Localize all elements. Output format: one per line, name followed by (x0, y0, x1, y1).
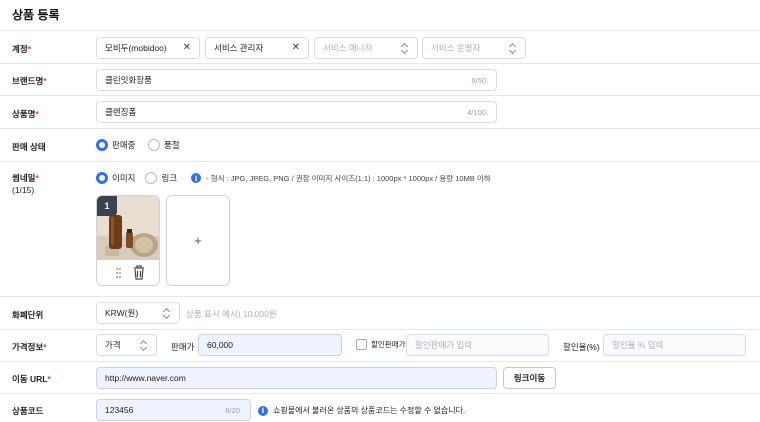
add-image-icon: + (194, 233, 202, 248)
sale-status-label: 판매 상태 (12, 142, 46, 152)
code-notice: i 쇼핑몰에서 불러온 상품의 상품코드는 수정할 수 없습니다. (258, 405, 465, 416)
thumbnail-options: 이미지 링크 i - 형식 : JPG, JPEG, PNG / 권장 이미지 … (96, 172, 491, 184)
discount-rate-label: 할인율(%) (563, 342, 600, 352)
product-name-counter: 4/100 (467, 108, 486, 117)
price-type-select[interactable]: 가격 (96, 334, 157, 356)
brand-label: 브랜드명* (12, 76, 47, 86)
info-icon: i (258, 405, 268, 416)
chevron-updown-icon (401, 41, 409, 55)
radio-sold-out[interactable]: 품절 (147, 139, 180, 151)
open-link-button[interactable]: 링크이동 (503, 367, 556, 389)
code-input[interactable]: 123456 6/20 (96, 399, 251, 421)
sale-status-radios: 판매중 품절 (96, 139, 190, 153)
thumbnail-count: (1/15) (12, 185, 35, 195)
sale-price-input[interactable]: 60,000 (198, 334, 342, 356)
currency-example: 상품 표시 예시) 10,000원 (186, 309, 277, 319)
clear-service-admin-icon[interactable]: ✕ (292, 42, 300, 53)
image-index-badge: 1 (97, 196, 117, 216)
radio-image[interactable]: 이미지 (96, 172, 135, 184)
info-icon: i (191, 173, 202, 183)
code-counter: 6/20 (225, 406, 240, 415)
product-name-row: 상품명* 클렌징폼 4/100 (0, 96, 760, 129)
thumbnail-hint: - 형식 : JPG, JPEG, PNG / 권장 이미지 사이즈(1:1) … (206, 173, 491, 183)
discount-rate-input[interactable]: 할인율 % 입력 (603, 334, 746, 356)
discount-price-input[interactable]: 할인판매가 입력 (406, 334, 549, 356)
sale-status-row: 판매 상태 판매중 품절 (0, 129, 760, 162)
radio-link[interactable]: 링크 (145, 172, 177, 184)
currency-select[interactable]: KRW(원) (96, 302, 180, 324)
chevron-updown-icon (140, 338, 148, 352)
radio-on-sale[interactable]: 판매중 (96, 139, 135, 151)
radio-checked-icon (96, 139, 108, 151)
chevron-updown-icon (163, 306, 171, 320)
discount-checkbox[interactable]: 할인판매가 (356, 339, 406, 350)
radio-checked-icon (96, 172, 108, 184)
product-name-label: 상품명* (12, 109, 39, 119)
price-label: 가격정보* (12, 342, 47, 352)
radio-empty-icon (147, 139, 160, 151)
brand-input[interactable]: 클린잇화장품 6/50 (96, 69, 497, 91)
account-row: 계정* 모비두(mobidoo) ✕ 서비스 관리자 ✕ 서비스 매니저 서비스… (0, 31, 760, 64)
brand-counter: 6/50 (471, 76, 486, 85)
price-row: 가격정보* 가격 판매가 60,000 할인판매가 할인판매가 입력 할인율(%… (0, 330, 760, 362)
code-label: 상품코드 (12, 406, 44, 416)
page-title: 상품 등록 (12, 8, 60, 22)
product-form: 계정* 모비두(mobidoo) ✕ 서비스 관리자 ✕ 서비스 매니저 서비스… (0, 30, 760, 422)
add-image-card[interactable]: + (166, 195, 230, 286)
drag-handle-icon[interactable] (116, 268, 121, 278)
url-row: 이동 URL* http://www.naver.com 링크이동 (0, 362, 760, 394)
trash-icon[interactable] (134, 265, 144, 280)
image-actions (116, 265, 144, 280)
sale-price-label: 판매가 (171, 342, 195, 352)
url-input[interactable]: http://www.naver.com (96, 367, 497, 389)
radio-empty-icon (145, 172, 158, 184)
code-row: 상품코드 123456 6/20 i 쇼핑몰에서 불러온 상품의 상품코드는 수… (0, 394, 760, 422)
brand-row: 브랜드명* 클린잇화장품 6/50 (0, 64, 760, 96)
product-name-input[interactable]: 클렌징폼 4/100 (96, 101, 497, 123)
currency-label: 화폐단위 (12, 310, 44, 320)
chevron-updown-icon (509, 41, 517, 55)
service-operator-select[interactable]: 서비스 운영자 (422, 37, 526, 59)
url-label: 이동 URL* (12, 374, 51, 384)
service-admin-select[interactable]: 서비스 관리자 ✕ (205, 37, 309, 59)
checkbox-icon (356, 339, 367, 350)
currency-row: 화폐단위 KRW(원) 상품 표시 예시) 10,000원 (0, 297, 760, 330)
thumbnail-card[interactable]: 1 (96, 195, 160, 286)
service-manager-select[interactable]: 서비스 매니저 (314, 37, 418, 59)
account-label: 계정* (12, 44, 31, 54)
clear-account-icon[interactable]: ✕ (183, 42, 191, 53)
thumbnail-row: 썸네일* (1/15) 이미지 링크 i - 형식 : JPG, JPEG, P… (0, 162, 760, 297)
account-select[interactable]: 모비두(mobidoo) ✕ (96, 37, 200, 59)
thumbnail-label: 썸네일* (1/15) (12, 173, 39, 195)
